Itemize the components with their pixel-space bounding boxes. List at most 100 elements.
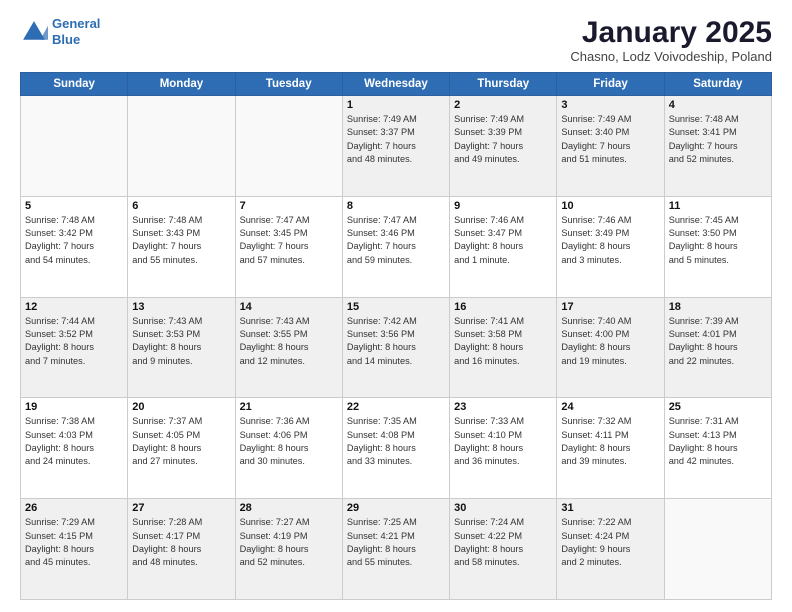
day-info: Sunrise: 7:27 AM Sunset: 4:19 PM Dayligh… <box>240 516 338 569</box>
location-subtitle: Chasno, Lodz Voivodeship, Poland <box>570 49 772 64</box>
day-number: 31 <box>561 502 659 514</box>
table-row: 7Sunrise: 7:47 AM Sunset: 3:45 PM Daylig… <box>235 196 342 297</box>
table-row <box>664 499 771 600</box>
day-number: 3 <box>561 99 659 111</box>
table-row: 12 Sunrise: 7:44 AM Sunset: 3:52 PM Dayli… <box>21 297 128 398</box>
day-number: 17 <box>561 301 659 313</box>
title-area: January 2025 Chasno, Lodz Voivodeship, P… <box>570 16 772 64</box>
table-row: 30 Sunrise: 7:24 AM Sunset: 4:22 PM Dayli… <box>450 499 557 600</box>
table-row: 10Sunrise: 7:46 AM Sunset: 3:49 PM Dayli… <box>557 196 664 297</box>
day-info: Sunrise: 7:43 AM Sunset: 3:55 PM Dayligh… <box>240 315 338 368</box>
day-number: 1 <box>347 99 445 111</box>
day-info: Sunrise: 7:35 AM Sunset: 4:08 PM Dayligh… <box>347 415 445 468</box>
day-number: 7 <box>240 200 338 212</box>
day-number: 24 <box>561 401 659 413</box>
table-row: 20Sunrise: 7:37 AM Sunset: 4:05 PM Dayli… <box>128 398 235 499</box>
day-number: 30 <box>454 502 552 514</box>
day-number: 4 <box>669 99 767 111</box>
table-row: 6 Sunrise: 7:48 AM Sunset: 3:43 PM Daylig… <box>128 196 235 297</box>
calendar-header-row: Sunday Monday Tuesday Wednesday Thursday… <box>21 73 772 96</box>
table-row: 28Sunrise: 7:27 AM Sunset: 4:19 PM Dayli… <box>235 499 342 600</box>
table-row: 13 Sunrise: 7:43 AM Sunset: 3:53 PM Dayli… <box>128 297 235 398</box>
col-tuesday: Tuesday <box>235 73 342 96</box>
day-number: 13 <box>132 301 230 313</box>
col-monday: Monday <box>128 73 235 96</box>
logo-icon <box>20 18 48 46</box>
table-row: 29Sunrise: 7:25 AM Sunset: 4:21 PM Dayli… <box>342 499 449 600</box>
calendar-week-row: 12 Sunrise: 7:44 AM Sunset: 3:52 PM Dayli… <box>21 297 772 398</box>
day-info: Sunrise: 7:38 AM Sunset: 4:03 PM Dayligh… <box>25 415 123 468</box>
table-row <box>235 96 342 197</box>
table-row: 8 Sunrise: 7:47 AM Sunset: 3:46 PM Daylig… <box>342 196 449 297</box>
day-number: 25 <box>669 401 767 413</box>
day-number: 20 <box>132 401 230 413</box>
day-number: 18 <box>669 301 767 313</box>
day-info: Sunrise: 7:32 AM Sunset: 4:11 PM Dayligh… <box>561 415 659 468</box>
calendar-week-row: 26Sunrise: 7:29 AM Sunset: 4:15 PM Dayli… <box>21 499 772 600</box>
table-row: 22 Sunrise: 7:35 AM Sunset: 4:08 PM Dayli… <box>342 398 449 499</box>
table-row: 14 Sunrise: 7:43 AM Sunset: 3:55 PM Dayli… <box>235 297 342 398</box>
col-saturday: Saturday <box>664 73 771 96</box>
day-number: 11 <box>669 200 767 212</box>
table-row <box>128 96 235 197</box>
day-info: Sunrise: 7:40 AM Sunset: 4:00 PM Dayligh… <box>561 315 659 368</box>
day-number: 23 <box>454 401 552 413</box>
day-info: Sunrise: 7:22 AM Sunset: 4:24 PM Dayligh… <box>561 516 659 569</box>
day-number: 12 <box>25 301 123 313</box>
col-thursday: Thursday <box>450 73 557 96</box>
day-info: Sunrise: 7:48 AM Sunset: 3:43 PM Dayligh… <box>132 214 230 267</box>
day-info: Sunrise: 7:49 AM Sunset: 3:40 PM Dayligh… <box>561 113 659 166</box>
day-info: Sunrise: 7:49 AM Sunset: 3:37 PM Dayligh… <box>347 113 445 166</box>
day-info: Sunrise: 7:48 AM Sunset: 3:41 PM Dayligh… <box>669 113 767 166</box>
table-row: 27Sunrise: 7:28 AM Sunset: 4:17 PM Dayli… <box>128 499 235 600</box>
table-row: 21 Sunrise: 7:36 AM Sunset: 4:06 PM Dayli… <box>235 398 342 499</box>
calendar-week-row: 19 Sunrise: 7:38 AM Sunset: 4:03 PM Dayli… <box>21 398 772 499</box>
page: General Blue January 2025 Chasno, Lodz V… <box>0 0 792 612</box>
table-row: 11Sunrise: 7:45 AM Sunset: 3:50 PM Dayli… <box>664 196 771 297</box>
table-row: 4 Sunrise: 7:48 AM Sunset: 3:41 PM Daylig… <box>664 96 771 197</box>
month-title: January 2025 <box>570 16 772 49</box>
day-number: 26 <box>25 502 123 514</box>
table-row: 9 Sunrise: 7:46 AM Sunset: 3:47 PM Daylig… <box>450 196 557 297</box>
day-info: Sunrise: 7:46 AM Sunset: 3:47 PM Dayligh… <box>454 214 552 267</box>
table-row: 23 Sunrise: 7:33 AM Sunset: 4:10 PM Dayli… <box>450 398 557 499</box>
day-number: 6 <box>132 200 230 212</box>
col-sunday: Sunday <box>21 73 128 96</box>
day-info: Sunrise: 7:31 AM Sunset: 4:13 PM Dayligh… <box>669 415 767 468</box>
table-row: 19 Sunrise: 7:38 AM Sunset: 4:03 PM Dayli… <box>21 398 128 499</box>
logo: General Blue <box>20 16 100 47</box>
table-row: 3 Sunrise: 7:49 AM Sunset: 3:40 PM Daylig… <box>557 96 664 197</box>
day-number: 14 <box>240 301 338 313</box>
calendar-table: Sunday Monday Tuesday Wednesday Thursday… <box>20 72 772 600</box>
day-number: 2 <box>454 99 552 111</box>
day-number: 21 <box>240 401 338 413</box>
calendar-week-row: 5Sunrise: 7:48 AM Sunset: 3:42 PM Daylig… <box>21 196 772 297</box>
table-row: 25 Sunrise: 7:31 AM Sunset: 4:13 PM Dayli… <box>664 398 771 499</box>
col-wednesday: Wednesday <box>342 73 449 96</box>
calendar-week-row: 1 Sunrise: 7:49 AM Sunset: 3:37 PM Daylig… <box>21 96 772 197</box>
day-number: 22 <box>347 401 445 413</box>
table-row: 2Sunrise: 7:49 AM Sunset: 3:39 PM Daylig… <box>450 96 557 197</box>
day-info: Sunrise: 7:39 AM Sunset: 4:01 PM Dayligh… <box>669 315 767 368</box>
table-row: 1 Sunrise: 7:49 AM Sunset: 3:37 PM Daylig… <box>342 96 449 197</box>
col-friday: Friday <box>557 73 664 96</box>
table-row: 17 Sunrise: 7:40 AM Sunset: 4:00 PM Dayli… <box>557 297 664 398</box>
day-number: 10 <box>561 200 659 212</box>
day-info: Sunrise: 7:47 AM Sunset: 3:46 PM Dayligh… <box>347 214 445 267</box>
day-number: 19 <box>25 401 123 413</box>
logo-line2: Blue <box>52 32 80 47</box>
day-number: 9 <box>454 200 552 212</box>
day-info: Sunrise: 7:43 AM Sunset: 3:53 PM Dayligh… <box>132 315 230 368</box>
table-row <box>21 96 128 197</box>
header: General Blue January 2025 Chasno, Lodz V… <box>20 16 772 64</box>
day-info: Sunrise: 7:44 AM Sunset: 3:52 PM Dayligh… <box>25 315 123 368</box>
day-info: Sunrise: 7:36 AM Sunset: 4:06 PM Dayligh… <box>240 415 338 468</box>
day-info: Sunrise: 7:24 AM Sunset: 4:22 PM Dayligh… <box>454 516 552 569</box>
table-row: 31 Sunrise: 7:22 AM Sunset: 4:24 PM Dayli… <box>557 499 664 600</box>
day-number: 27 <box>132 502 230 514</box>
day-info: Sunrise: 7:33 AM Sunset: 4:10 PM Dayligh… <box>454 415 552 468</box>
table-row: 15Sunrise: 7:42 AM Sunset: 3:56 PM Dayli… <box>342 297 449 398</box>
day-number: 15 <box>347 301 445 313</box>
day-info: Sunrise: 7:48 AM Sunset: 3:42 PM Dayligh… <box>25 214 123 267</box>
day-number: 8 <box>347 200 445 212</box>
